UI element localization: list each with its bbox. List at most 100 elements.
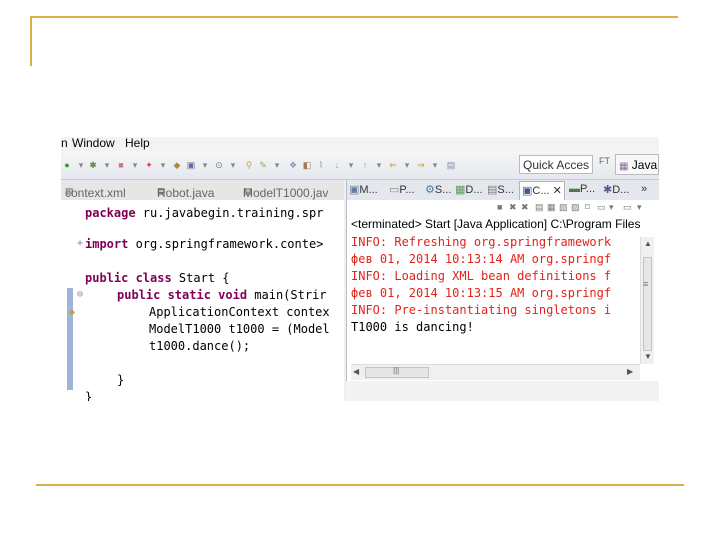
- bottom-strip: [346, 381, 659, 401]
- properties-icon: ▭: [389, 184, 400, 196]
- code-line: }: [117, 373, 125, 387]
- tab-console[interactable]: ▣C... ✕: [519, 181, 565, 200]
- data-source-icon: ▦: [455, 184, 466, 196]
- code-line: import org.springframework.conte>: [85, 237, 324, 251]
- dropdown-icon[interactable]: ▾: [271, 160, 283, 170]
- vertical-scrollbar[interactable]: ▲ ≡ ▼: [640, 237, 654, 364]
- tab-label: Robot.java: [157, 186, 215, 200]
- remove-launch-icon[interactable]: ✖: [509, 202, 517, 213]
- horizontal-scrollbar[interactable]: ◀ ||| ▶: [351, 364, 640, 380]
- prev-annotation-icon[interactable]: ↑: [359, 160, 371, 170]
- tab-debug[interactable]: ✱D...: [603, 183, 629, 196]
- dropdown-icon[interactable]: ▾: [227, 160, 239, 170]
- tab-progress[interactable]: ▬P...: [569, 183, 595, 195]
- stop-icon[interactable]: ■: [115, 160, 127, 170]
- annotation-icon[interactable]: ✎: [257, 160, 269, 170]
- progress-icon: ▬: [569, 183, 580, 195]
- tab-snippets[interactable]: ▤S...: [487, 183, 514, 196]
- external-tools-icon[interactable]: ✦: [143, 160, 155, 170]
- view-tab-bar: ▣M... ▭P... ⚙S... ▦D... ▤S... ▣C... ✕ ▬P…: [346, 180, 659, 200]
- open-console-icon[interactable]: ▾: [609, 202, 614, 213]
- console-toolbar: ■ ✖ ✖ ▤ ▦ ▧ ▨ ⌑ ▭ ▾ ▭ ▾: [497, 202, 657, 216]
- menu-partial[interactable]: n: [61, 137, 68, 150]
- tab-label: ModelT1000.jav: [243, 186, 329, 200]
- servers-icon: ⚙: [425, 184, 435, 196]
- tab-markers[interactable]: ▣M...: [349, 183, 378, 196]
- view-menu-icon[interactable]: ▤: [445, 160, 457, 170]
- pin-icon[interactable]: ⌇: [315, 160, 327, 170]
- debug-icon[interactable]: ✱: [87, 160, 99, 170]
- scroll-grip-icon: |||: [393, 366, 400, 375]
- maximize-icon[interactable]: ▾: [637, 202, 642, 213]
- code-line: package ru.javabegin.training.spr: [85, 206, 324, 220]
- tab-data-source[interactable]: ▦D...: [455, 183, 483, 196]
- eclipse-screenshot: n Window Help ● ▾ ✱ ▾ ■ ▾ ✦ ▾ ◆ ▣ ▾ ⊙ ▾ …: [61, 137, 659, 401]
- warning-marker-icon[interactable]: ◆: [69, 307, 75, 318]
- toggle-mark-icon[interactable]: ◧: [301, 160, 313, 170]
- fold-collapse-icon[interactable]: ⊖: [77, 289, 83, 300]
- tab-properties[interactable]: ▭P...: [389, 183, 415, 196]
- menu-window[interactable]: Window: [72, 137, 115, 150]
- close-icon[interactable]: ✕: [553, 185, 562, 197]
- show-on-error-icon[interactable]: ▨: [571, 202, 580, 213]
- code-line: }: [85, 390, 93, 401]
- menu-help[interactable]: Help: [125, 137, 150, 150]
- console-line: INFO: Pre-instantiating singletons i: [351, 303, 612, 317]
- remove-all-icon[interactable]: ✖: [521, 202, 529, 213]
- dropdown-icon[interactable]: ▾: [101, 160, 113, 170]
- vertical-scroll-thumb[interactable]: [643, 257, 652, 351]
- pin-console-icon[interactable]: ⌑: [585, 202, 590, 213]
- back-icon[interactable]: ⇐: [387, 160, 399, 170]
- scroll-up-arrow-icon[interactable]: ▲: [644, 239, 652, 248]
- run-icon[interactable]: ●: [61, 160, 73, 170]
- scroll-right-arrow-icon[interactable]: ▶: [627, 367, 633, 376]
- code-line: ModelT1000 t1000 = (Model: [149, 322, 330, 336]
- bookmark-icon[interactable]: ❖: [287, 160, 299, 170]
- scroll-down-arrow-icon[interactable]: ▼: [644, 352, 652, 361]
- minimize-icon[interactable]: ▭: [623, 202, 632, 213]
- dropdown-icon[interactable]: ▾: [345, 160, 357, 170]
- scroll-left-arrow-icon[interactable]: ◀: [353, 367, 359, 376]
- snippets-icon: ▤: [487, 184, 498, 196]
- new-class-icon[interactable]: ◆: [171, 160, 183, 170]
- tab-servers[interactable]: ⚙S...: [425, 183, 451, 196]
- decorative-top-line: [30, 16, 678, 18]
- dropdown-icon[interactable]: ▾: [199, 160, 211, 170]
- show-on-output-icon[interactable]: ▧: [559, 202, 568, 213]
- fold-expand-icon[interactable]: +: [77, 238, 83, 249]
- code-line: public static void main(Strir: [117, 288, 327, 302]
- decorative-left-line: [30, 16, 32, 66]
- console-icon: ▣: [522, 185, 533, 197]
- code-line: ApplicationContext contex: [149, 305, 330, 319]
- dropdown-icon[interactable]: ▾: [373, 160, 385, 170]
- dropdown-icon[interactable]: ▾: [401, 160, 413, 170]
- view-overflow-chevron[interactable]: »: [641, 183, 647, 195]
- quick-access-input[interactable]: Quick Acces: [519, 155, 593, 174]
- new-package-icon[interactable]: ▣: [185, 160, 197, 170]
- console-line: фев 01, 2014 10:13:15 AM org.springf: [351, 286, 612, 300]
- dropdown-icon[interactable]: ▾: [75, 160, 87, 170]
- dropdown-icon[interactable]: ▾: [157, 160, 169, 170]
- code-editor[interactable]: package ru.javabegin.training.spr + impo…: [61, 200, 344, 401]
- decorative-bottom-line: [36, 484, 684, 486]
- console-line: INFO: Refreshing org.springframework: [351, 235, 612, 249]
- clear-console-icon[interactable]: ▤: [535, 202, 544, 213]
- forward-icon[interactable]: ⇒: [415, 160, 427, 170]
- next-annotation-icon[interactable]: ↓: [331, 160, 343, 170]
- dropdown-icon[interactable]: ▾: [429, 160, 441, 170]
- markers-icon: ▣: [349, 184, 360, 196]
- code-line: t1000.dance();: [149, 339, 251, 353]
- open-type-icon[interactable]: ⊙: [213, 160, 225, 170]
- console-line: фев 01, 2014 10:13:14 AM org.springf: [351, 252, 612, 266]
- display-console-icon[interactable]: ▭: [597, 202, 606, 213]
- menu-bar: n Window Help: [61, 137, 659, 151]
- search-icon[interactable]: ⚲: [243, 160, 255, 170]
- debug-view-icon: ✱: [603, 184, 613, 196]
- open-perspective-hint[interactable]: FT: [599, 156, 610, 166]
- console-view[interactable]: ■ ✖ ✖ ▤ ▦ ▧ ▨ ⌑ ▭ ▾ ▭ ▾ <terminated> Sta…: [346, 200, 659, 401]
- editor-ruler: [67, 288, 73, 390]
- terminate-icon[interactable]: ■: [497, 202, 502, 212]
- scroll-lock-icon[interactable]: ▦: [547, 202, 556, 213]
- dropdown-icon[interactable]: ▾: [129, 160, 141, 170]
- java-perspective-button[interactable]: ▦ Java: [615, 154, 659, 175]
